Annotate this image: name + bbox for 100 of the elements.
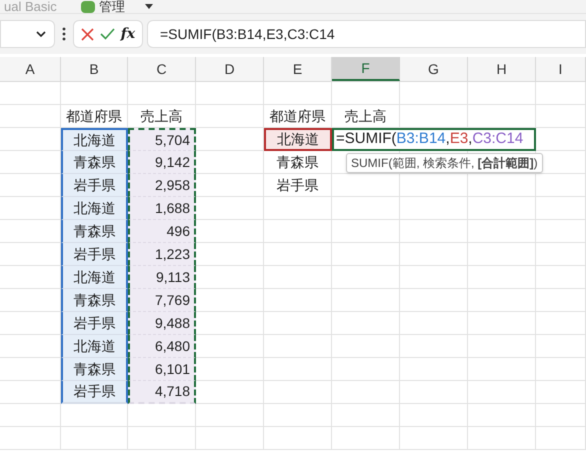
grid-cell[interactable] xyxy=(196,358,264,381)
grid-cell[interactable] xyxy=(468,289,536,312)
ribbon-menu[interactable]: 管理 xyxy=(80,0,153,13)
grid-cell[interactable] xyxy=(61,404,128,427)
grid-cell[interactable] xyxy=(400,335,468,358)
grid-cell[interactable] xyxy=(264,381,332,404)
grid-cell[interactable] xyxy=(536,243,586,266)
grid-cell[interactable] xyxy=(196,243,264,266)
table-cell[interactable]: 9,113 xyxy=(128,266,196,289)
grid-cell[interactable] xyxy=(536,358,586,381)
grid-cell[interactable] xyxy=(196,312,264,335)
grid-cell[interactable] xyxy=(536,197,586,220)
grid-cell[interactable] xyxy=(400,312,468,335)
grid-cell[interactable] xyxy=(400,381,468,404)
grid-cell[interactable] xyxy=(468,82,536,105)
column-header[interactable]: G xyxy=(400,57,468,81)
grid-cell[interactable] xyxy=(400,174,468,197)
grid-cell[interactable] xyxy=(332,266,400,289)
grid-cell[interactable] xyxy=(536,381,586,404)
grid-cell[interactable] xyxy=(400,243,468,266)
grid-cell[interactable] xyxy=(536,174,586,197)
column-header[interactable]: B xyxy=(61,57,128,81)
grid-cell[interactable] xyxy=(332,174,400,197)
grid-cell[interactable] xyxy=(468,335,536,358)
grid-cell[interactable] xyxy=(196,197,264,220)
table-cell[interactable]: 青森県 xyxy=(61,151,128,174)
grid-cell[interactable] xyxy=(536,312,586,335)
grid-cell[interactable] xyxy=(264,243,332,266)
grid-cell[interactable] xyxy=(264,312,332,335)
table-cell[interactable]: 北海道 xyxy=(61,197,128,220)
grid-cell[interactable] xyxy=(332,197,400,220)
grid-cell[interactable] xyxy=(332,312,400,335)
grid-cell[interactable] xyxy=(536,335,586,358)
table-cell[interactable]: 北海道 xyxy=(61,266,128,289)
grid-cell[interactable] xyxy=(196,381,264,404)
grid-cell[interactable] xyxy=(61,427,128,450)
table-cell[interactable]: 9,142 xyxy=(128,151,196,174)
grid-cell[interactable] xyxy=(128,82,196,105)
grid-cell[interactable] xyxy=(468,243,536,266)
grid-cell[interactable] xyxy=(536,427,586,450)
grid-cell[interactable] xyxy=(332,220,400,243)
table-cell[interactable]: 1,688 xyxy=(128,197,196,220)
grid-cell[interactable] xyxy=(536,220,586,243)
grid-cell[interactable] xyxy=(400,289,468,312)
grid-cell[interactable] xyxy=(332,404,400,427)
column-header[interactable]: A xyxy=(0,57,61,81)
grid-cell[interactable] xyxy=(332,82,400,105)
grid-cell[interactable] xyxy=(536,82,586,105)
grid-cell[interactable] xyxy=(468,197,536,220)
table-cell[interactable]: 北海道 xyxy=(61,335,128,358)
table-cell[interactable]: 5,704 xyxy=(128,128,196,151)
table-cell[interactable]: 青森県 xyxy=(264,151,332,174)
more-icon[interactable] xyxy=(62,27,66,41)
cancel-icon[interactable] xyxy=(80,28,94,40)
grid-cell[interactable] xyxy=(264,197,332,220)
grid-cell[interactable] xyxy=(332,335,400,358)
grid-cell[interactable] xyxy=(264,220,332,243)
table-cell[interactable]: 青森県 xyxy=(61,289,128,312)
grid-cell[interactable] xyxy=(332,289,400,312)
grid-cell[interactable] xyxy=(468,381,536,404)
grid-cell[interactable] xyxy=(536,289,586,312)
grid-cell[interactable] xyxy=(0,82,61,105)
grid-cell[interactable] xyxy=(400,82,468,105)
column-header[interactable]: F xyxy=(332,57,400,81)
grid-cell[interactable] xyxy=(400,266,468,289)
table-cell[interactable]: 岩手県 xyxy=(61,381,128,404)
grid-cell[interactable] xyxy=(400,220,468,243)
table-cell[interactable]: 496 xyxy=(128,220,196,243)
grid-cell[interactable] xyxy=(0,404,61,427)
table-cell[interactable]: 9,488 xyxy=(128,312,196,335)
table-cell[interactable]: 4,718 xyxy=(128,381,196,404)
grid-cell[interactable] xyxy=(196,427,264,450)
table-cell[interactable]: 2,958 xyxy=(128,174,196,197)
grid-cell[interactable] xyxy=(196,220,264,243)
grid-cell[interactable] xyxy=(536,105,586,128)
table-cell[interactable]: 岩手県 xyxy=(61,243,128,266)
grid-cell[interactable] xyxy=(468,220,536,243)
grid-cell[interactable] xyxy=(0,427,61,450)
grid-cell[interactable] xyxy=(264,289,332,312)
grid-cell[interactable] xyxy=(196,82,264,105)
grid-cell[interactable] xyxy=(128,404,196,427)
grid-cell[interactable] xyxy=(61,82,128,105)
grid-cell[interactable] xyxy=(264,82,332,105)
grid-cell[interactable] xyxy=(264,427,332,450)
grid-cell[interactable] xyxy=(400,404,468,427)
grid-cell[interactable] xyxy=(468,174,536,197)
grid-cell[interactable] xyxy=(196,266,264,289)
grid-cell[interactable] xyxy=(468,358,536,381)
grid-cell[interactable] xyxy=(196,289,264,312)
grid-cell[interactable] xyxy=(400,427,468,450)
table-cell[interactable]: 1,223 xyxy=(128,243,196,266)
table-cell[interactable]: 6,101 xyxy=(128,358,196,381)
grid-cell[interactable] xyxy=(536,266,586,289)
cell-editor[interactable]: =SUMIF(B3:B14,E3,C3:C14 xyxy=(332,128,536,151)
grid-cell[interactable] xyxy=(196,105,264,128)
grid-cell[interactable] xyxy=(468,404,536,427)
column-header[interactable]: D xyxy=(196,57,264,81)
check-icon[interactable] xyxy=(100,28,115,40)
column-header[interactable]: C xyxy=(128,57,196,81)
grid-cell[interactable] xyxy=(400,197,468,220)
